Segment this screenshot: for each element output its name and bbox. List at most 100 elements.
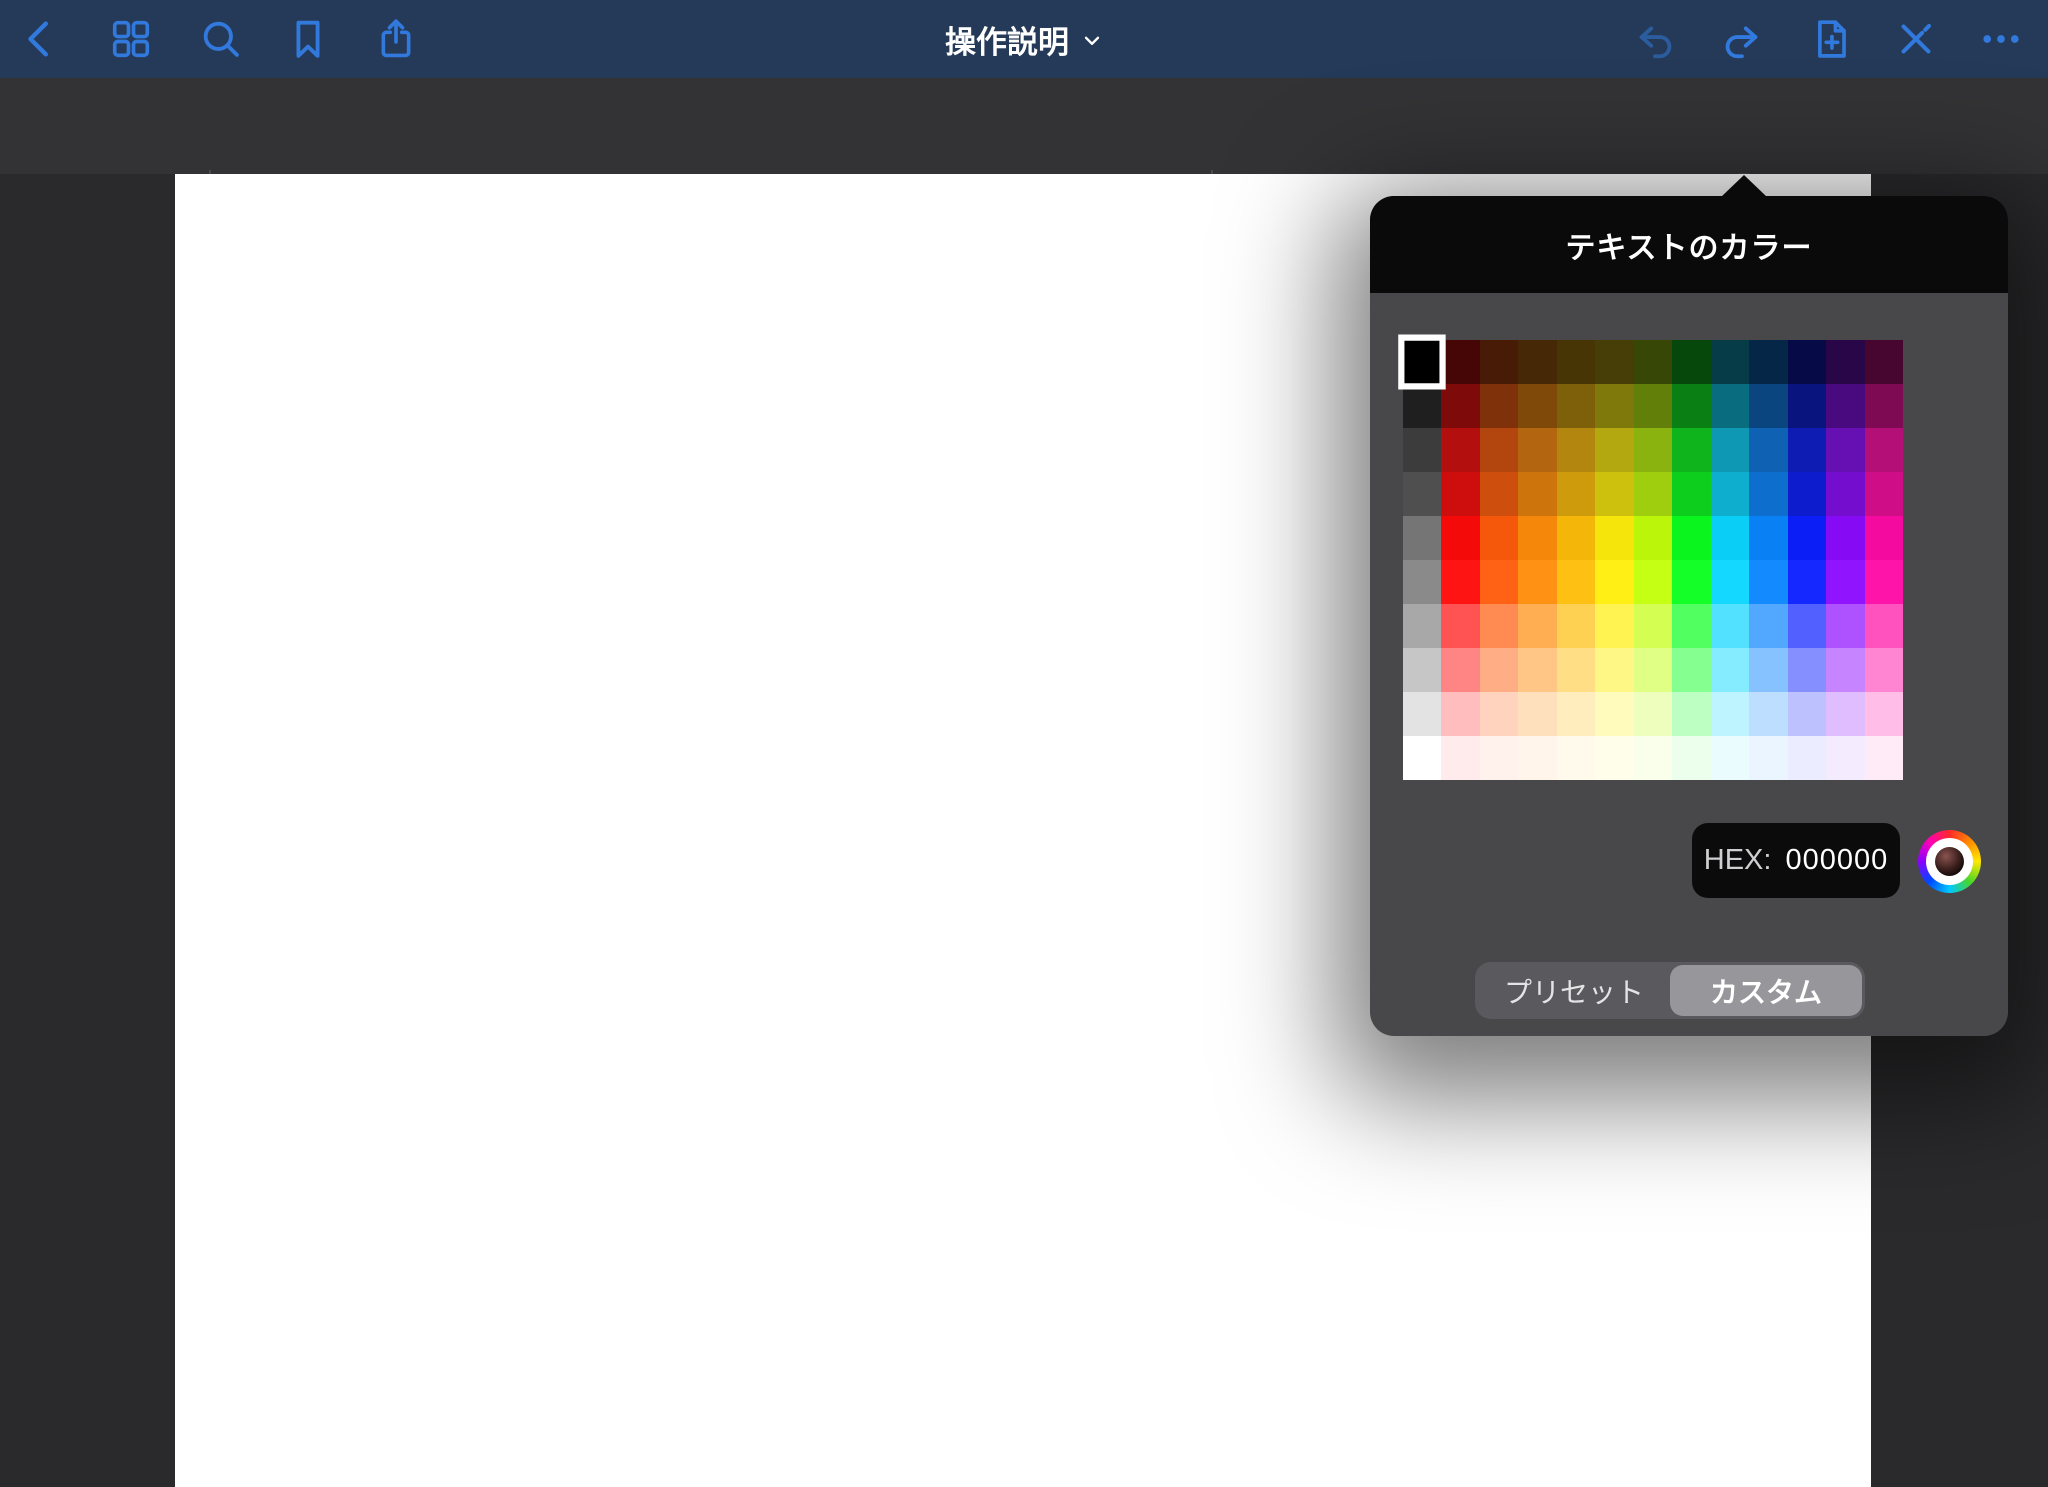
color-swatch[interactable]	[1595, 648, 1633, 692]
color-swatch[interactable]	[1711, 472, 1749, 516]
color-swatch[interactable]	[1557, 736, 1595, 780]
more-button[interactable]	[1975, 13, 2027, 65]
color-swatch[interactable]	[1865, 340, 1903, 384]
color-swatch[interactable]	[1403, 472, 1441, 516]
color-swatch[interactable]	[1595, 472, 1633, 516]
color-swatch[interactable]	[1518, 428, 1556, 472]
color-swatch[interactable]	[1634, 340, 1672, 384]
color-swatch[interactable]	[1711, 384, 1749, 428]
color-swatch[interactable]	[1711, 516, 1749, 560]
hex-input[interactable]: HEX: 000000	[1692, 823, 1900, 898]
color-swatch[interactable]	[1788, 736, 1826, 780]
color-swatch[interactable]	[1749, 428, 1787, 472]
color-swatch[interactable]	[1441, 604, 1479, 648]
color-swatch[interactable]	[1595, 384, 1633, 428]
color-swatch[interactable]	[1788, 428, 1826, 472]
color-swatch[interactable]	[1403, 384, 1441, 428]
color-swatch[interactable]	[1749, 340, 1787, 384]
color-swatch[interactable]	[1865, 560, 1903, 604]
color-swatch[interactable]	[1595, 560, 1633, 604]
color-swatch[interactable]	[1634, 736, 1672, 780]
color-swatch[interactable]	[1672, 384, 1710, 428]
color-swatch[interactable]	[1749, 604, 1787, 648]
color-swatch[interactable]	[1711, 428, 1749, 472]
color-swatch[interactable]	[1672, 736, 1710, 780]
undo-button[interactable]	[1630, 13, 1682, 65]
color-swatch[interactable]	[1480, 516, 1518, 560]
color-swatch[interactable]	[1672, 340, 1710, 384]
color-swatch[interactable]	[1749, 472, 1787, 516]
color-swatch[interactable]	[1865, 516, 1903, 560]
color-swatch[interactable]	[1826, 692, 1864, 736]
color-swatch[interactable]	[1403, 648, 1441, 692]
color-wheel-button[interactable]	[1918, 830, 1981, 893]
color-swatch[interactable]	[1826, 384, 1864, 428]
color-swatch[interactable]	[1749, 384, 1787, 428]
color-swatch[interactable]	[1826, 648, 1864, 692]
color-swatch[interactable]	[1711, 560, 1749, 604]
color-swatch[interactable]	[1826, 516, 1864, 560]
color-swatch[interactable]	[1518, 736, 1556, 780]
color-swatch[interactable]	[1749, 736, 1787, 780]
color-swatch[interactable]	[1557, 340, 1595, 384]
color-swatch[interactable]	[1865, 428, 1903, 472]
color-swatch[interactable]	[1518, 692, 1556, 736]
color-swatch[interactable]	[1480, 560, 1518, 604]
color-swatch[interactable]	[1518, 560, 1556, 604]
color-swatch[interactable]	[1672, 428, 1710, 472]
color-swatch[interactable]	[1788, 340, 1826, 384]
color-swatch[interactable]	[1403, 604, 1441, 648]
color-swatch[interactable]	[1788, 560, 1826, 604]
tab-preset[interactable]: プリセット	[1478, 965, 1670, 1016]
color-swatch[interactable]	[1788, 516, 1826, 560]
color-swatch[interactable]	[1557, 648, 1595, 692]
color-swatch[interactable]	[1672, 516, 1710, 560]
color-swatch[interactable]	[1557, 472, 1595, 516]
color-swatch[interactable]	[1557, 692, 1595, 736]
color-swatch[interactable]	[1480, 604, 1518, 648]
color-swatch[interactable]	[1749, 560, 1787, 604]
color-swatch[interactable]	[1441, 648, 1479, 692]
color-swatch[interactable]	[1634, 648, 1672, 692]
color-swatch[interactable]	[1595, 516, 1633, 560]
color-swatch[interactable]	[1711, 340, 1749, 384]
color-swatch[interactable]	[1518, 340, 1556, 384]
color-swatch[interactable]	[1403, 736, 1441, 780]
color-swatch[interactable]	[1557, 560, 1595, 604]
color-swatch[interactable]	[1441, 472, 1479, 516]
color-swatch[interactable]	[1711, 736, 1749, 780]
color-swatch[interactable]	[1441, 340, 1479, 384]
color-swatch[interactable]	[1826, 736, 1864, 780]
color-swatch[interactable]	[1865, 736, 1903, 780]
color-swatch[interactable]	[1826, 604, 1864, 648]
color-swatch[interactable]	[1672, 692, 1710, 736]
color-swatch[interactable]	[1788, 472, 1826, 516]
color-swatch[interactable]	[1749, 692, 1787, 736]
color-swatch[interactable]	[1595, 736, 1633, 780]
color-swatch[interactable]	[1441, 736, 1479, 780]
color-swatch[interactable]	[1634, 384, 1672, 428]
color-swatch[interactable]	[1518, 648, 1556, 692]
color-swatch[interactable]	[1595, 604, 1633, 648]
color-swatch[interactable]	[1788, 384, 1826, 428]
color-swatch[interactable]	[1480, 340, 1518, 384]
color-swatch[interactable]	[1595, 340, 1633, 384]
color-swatch[interactable]	[1480, 692, 1518, 736]
color-swatch[interactable]	[1711, 692, 1749, 736]
color-swatch[interactable]	[1441, 384, 1479, 428]
color-swatch[interactable]	[1865, 692, 1903, 736]
color-swatch[interactable]	[1518, 472, 1556, 516]
color-swatch[interactable]	[1865, 384, 1903, 428]
color-swatch[interactable]	[1518, 516, 1556, 560]
color-swatch[interactable]	[1634, 428, 1672, 472]
tab-custom[interactable]: カスタム	[1670, 965, 1862, 1016]
color-swatch[interactable]	[1480, 428, 1518, 472]
color-swatch[interactable]	[1788, 648, 1826, 692]
color-swatch[interactable]	[1634, 516, 1672, 560]
color-swatch[interactable]	[1557, 428, 1595, 472]
color-swatch[interactable]	[1441, 560, 1479, 604]
color-swatch[interactable]	[1634, 604, 1672, 648]
color-swatch[interactable]	[1480, 384, 1518, 428]
color-swatch[interactable]	[1403, 560, 1441, 604]
color-swatch[interactable]	[1441, 428, 1479, 472]
